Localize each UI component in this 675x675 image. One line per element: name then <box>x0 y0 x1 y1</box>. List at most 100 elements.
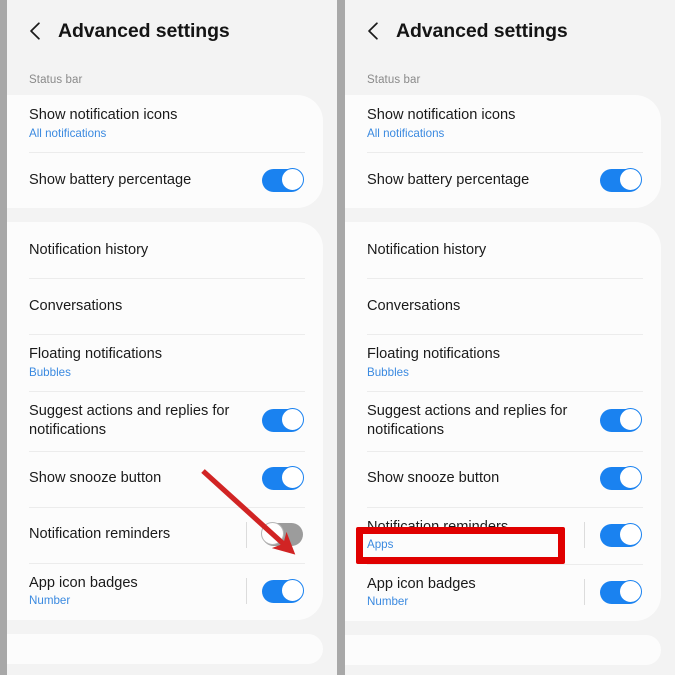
chevron-left-icon[interactable] <box>363 20 385 42</box>
list-item-title: Floating notifications <box>29 346 163 363</box>
settings-card-partial <box>7 633 323 664</box>
list-item[interactable]: App icon badges Number <box>7 562 323 620</box>
list-item[interactable]: App icon badges Number <box>345 563 661 621</box>
toggle-switch-off[interactable] <box>261 522 303 547</box>
list-item-text: Show battery percentage <box>29 160 262 201</box>
list-item-title: Notification reminders <box>367 518 509 535</box>
list-item-text: Show battery percentage <box>367 160 600 201</box>
list-item[interactable]: Show battery percentage <box>345 152 661 208</box>
list-item-subtitle: Bubbles <box>367 365 409 379</box>
list-item-text: Suggest actions and replies for notifica… <box>29 391 262 450</box>
settings-card: Show notification icons All notifications… <box>7 95 323 209</box>
list-item-text: Floating notifications Bubbles <box>29 334 323 391</box>
toggle-container <box>246 522 323 548</box>
app-bar: Advanced settings <box>345 0 675 62</box>
list-item[interactable]: Notification reminders <box>7 506 323 563</box>
list-item[interactable]: Conversations <box>345 278 661 334</box>
settings-card-partial <box>345 634 661 665</box>
settings-card: Notification history Conversations Floatin… <box>7 222 323 620</box>
toggle-container <box>600 408 661 433</box>
list-item[interactable]: Conversations <box>7 278 323 334</box>
phone-screen-left: Advanced settings Status bar Show notifi… <box>7 0 337 675</box>
list-item-title: Show snooze button <box>367 470 500 487</box>
toggle-switch-on[interactable] <box>262 408 304 433</box>
list-item-title: Notification history <box>29 241 149 258</box>
list-item-title: Show battery percentage <box>29 171 192 188</box>
list-item-title: Floating notifications <box>367 346 501 363</box>
toggle-switch-on[interactable] <box>600 579 642 604</box>
toggle-switch-on[interactable] <box>600 167 642 192</box>
page-title: Advanced settings <box>396 19 568 42</box>
list-item-title: App icon badges <box>367 575 476 592</box>
toggle-container <box>584 522 661 548</box>
phone-screen-right: Advanced settings Status bar Show notifi… <box>345 0 675 675</box>
settings-list-right: Show notification icons All notifications… <box>345 95 675 665</box>
page-title: Advanced settings <box>58 19 230 42</box>
list-item-text: Suggest actions and replies for notifica… <box>367 391 600 450</box>
section-label-status-bar: Status bar <box>29 74 83 86</box>
list-item-text: Notification history <box>29 230 323 271</box>
list-item[interactable]: Show snooze button <box>345 450 661 507</box>
list-item-title: Conversations <box>29 297 123 314</box>
list-item-title: Suggest actions and replies for notifica… <box>367 403 568 438</box>
list-item-subtitle: All notifications <box>29 126 107 140</box>
toggle-knob <box>619 522 642 546</box>
list-item-text: Notification reminders Apps <box>367 507 584 564</box>
toggle-switch-on[interactable] <box>600 466 642 491</box>
chevron-left-icon[interactable] <box>25 20 47 42</box>
list-item-title: Suggest actions and replies for notifica… <box>29 403 230 438</box>
list-item-text: Floating notifications Bubbles <box>367 334 661 391</box>
settings-card: Notification history Conversations Floatin… <box>345 222 661 621</box>
list-item-title: Show notification icons <box>367 107 516 123</box>
list-item[interactable]: Notification reminders Apps <box>345 506 661 564</box>
toggle-switch-on[interactable] <box>262 466 304 491</box>
toggle-knob <box>619 466 642 490</box>
list-item[interactable]: Notification history <box>345 222 661 278</box>
app-bar: Advanced settings <box>7 0 337 62</box>
settings-card: Show notification icons All notifications… <box>345 95 661 209</box>
list-item-text: Conversations <box>367 286 661 327</box>
toggle-switch-on[interactable] <box>262 578 304 603</box>
list-item-subtitle: Apps <box>367 538 394 552</box>
list-item-title: Notification history <box>367 241 487 258</box>
toggle-knob <box>619 579 642 603</box>
toggle-container <box>262 466 323 491</box>
toggle-knob <box>261 522 284 546</box>
list-item[interactable]: Suggest actions and replies for notifica… <box>7 391 323 450</box>
comparison-screenshot: Advanced settings Status bar Show notifi… <box>0 0 675 675</box>
list-item[interactable]: Floating notifications Bubbles <box>7 334 323 391</box>
list-item-title: App icon badges <box>29 574 138 591</box>
list-item-title: Show notification icons <box>29 107 178 123</box>
list-item-text: Notification reminders <box>29 514 246 555</box>
toggle-switch-on[interactable] <box>262 167 304 192</box>
toggle-switch-on[interactable] <box>600 522 642 547</box>
list-item[interactable]: Floating notifications Bubbles <box>345 334 661 391</box>
list-item-title: Conversations <box>367 297 461 314</box>
list-item-subtitle: Number <box>367 595 409 609</box>
toggle-container <box>262 408 323 433</box>
toggle-container <box>246 578 323 604</box>
list-item-text: Notification history <box>367 230 661 271</box>
list-item-subtitle: Number <box>29 594 71 608</box>
toggle-knob <box>281 408 304 432</box>
list-item-text: App icon badges Number <box>367 564 584 621</box>
list-item[interactable]: Show snooze button <box>7 450 323 507</box>
toggle-container <box>600 167 661 192</box>
toggle-knob <box>281 578 304 602</box>
list-item-text: Show snooze button <box>367 458 600 499</box>
list-item[interactable]: Show notification icons All notifications <box>345 95 661 152</box>
list-item-text: Show snooze button <box>29 458 262 499</box>
list-item[interactable]: Show notification icons All notifications <box>7 95 323 152</box>
list-item-subtitle: All notifications <box>367 126 445 140</box>
list-item[interactable]: Suggest actions and replies for notifica… <box>345 391 661 450</box>
toggle-switch-on[interactable] <box>600 408 642 433</box>
section-label-status-bar: Status bar <box>367 74 421 86</box>
list-item-title: Show battery percentage <box>367 171 530 188</box>
list-item[interactable]: Notification history <box>7 222 323 278</box>
list-item-text: Show notification icons All notifications <box>367 95 661 152</box>
toggle-container <box>584 579 661 605</box>
list-item-title: Show snooze button <box>29 470 162 487</box>
list-item-text: Show notification icons All notifications <box>29 95 323 152</box>
toggle-knob <box>619 167 642 191</box>
list-item[interactable]: Show battery percentage <box>7 152 323 208</box>
